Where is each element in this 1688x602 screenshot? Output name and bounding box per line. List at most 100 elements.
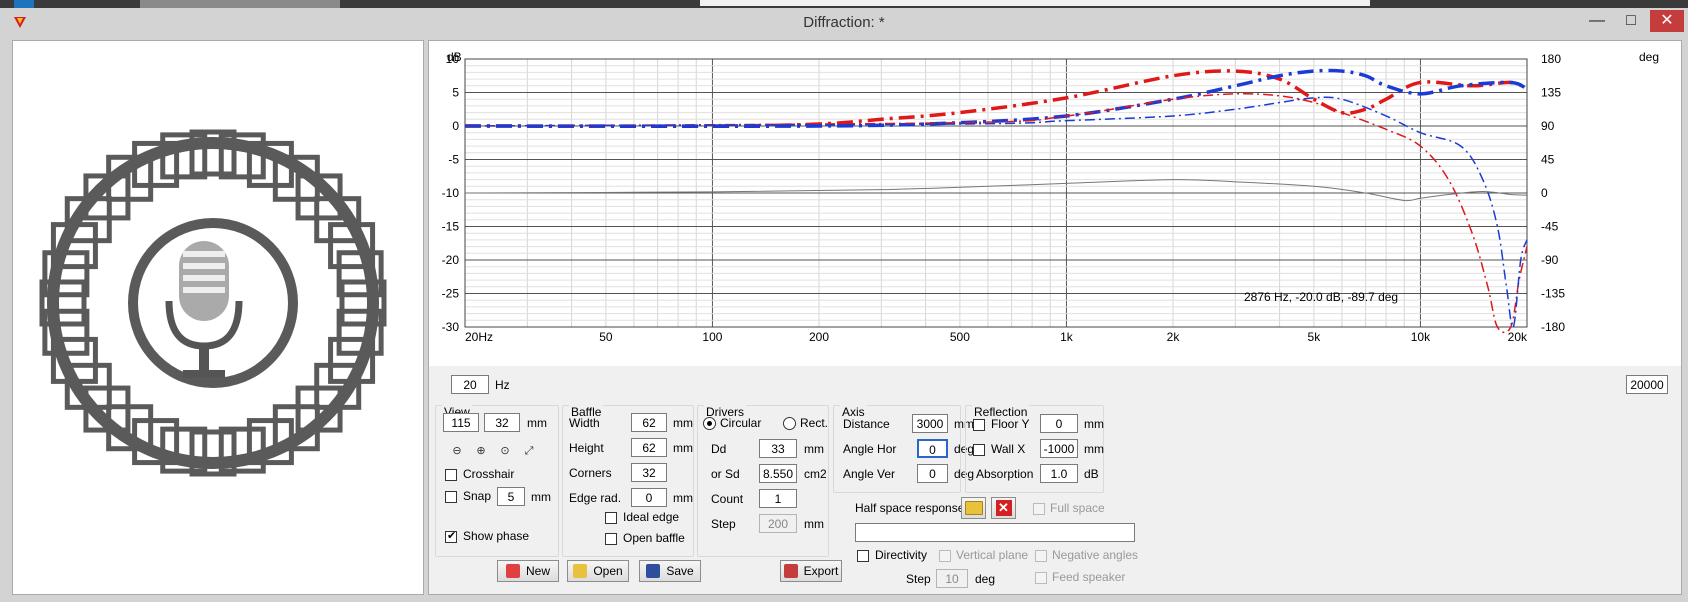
snap-unit: mm xyxy=(531,490,551,504)
y-left-tick-label: 5 xyxy=(452,86,459,100)
zoom-out-icon[interactable]: ⊖ xyxy=(447,441,467,461)
sd-unit: cm2 xyxy=(804,467,827,481)
rect-label: Rect. xyxy=(800,416,829,430)
vertical-plane-checkbox[interactable] xyxy=(939,550,951,562)
view-width-field[interactable]: 115 xyxy=(443,413,479,432)
crosshair-checkbox[interactable] xyxy=(445,469,457,481)
y-right-tick-label: 180 xyxy=(1541,52,1561,66)
open-button-label: Open xyxy=(593,564,623,578)
y-left-unit: dB xyxy=(447,50,462,64)
negative-angles-label: Negative angles xyxy=(1052,548,1139,562)
x-tick-label: 20k xyxy=(1508,330,1528,344)
driver-step-field[interactable]: 200 xyxy=(759,514,797,533)
response-curve-5 xyxy=(464,179,1528,202)
dd-field[interactable]: 33 xyxy=(759,439,797,458)
circular-label: Circular xyxy=(720,416,762,430)
directivity-label: Directivity xyxy=(875,548,928,562)
show-phase-label: Show phase xyxy=(463,529,530,543)
open-baffle-checkbox[interactable] xyxy=(605,533,617,545)
response-panel: 10 5 0 -5 -10 -15 -20 -25 -30 180 135 90 45 0 -45 -90 -1… xyxy=(428,40,1682,595)
corners-field[interactable]: 32 xyxy=(631,463,667,482)
corners-label: Corners xyxy=(569,466,612,480)
angle-ver-field[interactable]: 0 xyxy=(917,464,948,483)
count-field[interactable]: 1 xyxy=(759,489,797,508)
snap-value-field[interactable]: 5 xyxy=(497,487,525,506)
y-left-tick-label: -5 xyxy=(448,153,459,167)
negative-angles-checkbox[interactable] xyxy=(1035,550,1047,562)
wall-unit: mm xyxy=(1084,442,1104,456)
min-frequency-field[interactable]: 20 xyxy=(451,375,489,394)
absorption-label: Absorption xyxy=(976,467,1034,481)
view-height-field[interactable]: 32 xyxy=(484,413,520,432)
desktop-strip xyxy=(0,0,1688,8)
y-right-unit: deg xyxy=(1639,50,1659,64)
width-unit: mm xyxy=(673,416,693,430)
clear-button[interactable]: ✕ xyxy=(991,497,1016,519)
baffle-height-field[interactable]: 62 xyxy=(631,438,667,457)
baffle-preview[interactable] xyxy=(12,40,424,595)
directivity-step-field[interactable]: 10 xyxy=(936,569,968,588)
half-space-path-field[interactable] xyxy=(855,523,1135,542)
zoom-in-icon[interactable]: ⊕ xyxy=(471,441,491,461)
floor-y-field[interactable]: 0 xyxy=(1040,414,1078,433)
angle-hor-label: Angle Hor xyxy=(843,442,897,456)
wall-x-field[interactable]: -1000 xyxy=(1040,439,1078,458)
y-left-tick-label: -25 xyxy=(442,287,460,301)
view-unit: mm xyxy=(527,416,547,430)
feed-speaker-checkbox[interactable] xyxy=(1035,572,1047,584)
floor-unit: mm xyxy=(1084,417,1104,431)
min-frequency-unit: Hz xyxy=(495,378,510,392)
distance-field[interactable]: 3000 xyxy=(912,414,948,433)
save-button[interactable]: Save xyxy=(639,560,701,582)
floor-checkbox[interactable] xyxy=(973,419,985,431)
open-folder-button[interactable] xyxy=(961,497,986,519)
export-button[interactable]: Export xyxy=(780,560,842,582)
ideal-edge-checkbox[interactable] xyxy=(605,512,617,524)
title-bar[interactable]: Diffraction: * — □ ✕ xyxy=(0,8,1688,36)
close-button[interactable]: ✕ xyxy=(1650,10,1684,32)
width-label: Width xyxy=(569,416,600,430)
snap-label: Snap xyxy=(463,489,492,503)
ideal-edge-label: Ideal edge xyxy=(623,510,680,524)
x-tick-label: 100 xyxy=(702,330,722,344)
y-right-tick-label: -135 xyxy=(1541,287,1565,301)
angle-hor-field[interactable]: 0 xyxy=(917,439,948,458)
delete-icon: ✕ xyxy=(995,500,1012,516)
wall-checkbox[interactable] xyxy=(973,444,985,456)
x-tick-label: 50 xyxy=(599,330,613,344)
sd-field[interactable]: 8.550 xyxy=(759,464,797,483)
snap-checkbox[interactable] xyxy=(445,491,457,503)
full-space-checkbox[interactable] xyxy=(1033,503,1045,515)
absorption-field[interactable]: 1.0 xyxy=(1040,464,1078,483)
edge-radius-label: Edge rad. xyxy=(569,491,622,505)
circular-radio[interactable] xyxy=(703,417,716,430)
y-left-tick-label: -20 xyxy=(442,253,460,267)
max-frequency-field[interactable]: 20000 xyxy=(1626,375,1668,394)
x-tick-label: 500 xyxy=(950,330,970,344)
zoom-fit-icon[interactable]: ⊙ xyxy=(495,441,515,461)
rect-radio[interactable] xyxy=(783,417,796,430)
y-right-tick-label: 135 xyxy=(1541,86,1561,100)
dd-label: Dd xyxy=(711,442,727,456)
directivity-step-unit: deg xyxy=(975,572,996,586)
directivity-checkbox[interactable] xyxy=(857,550,869,562)
crosshair-label: Crosshair xyxy=(463,467,515,481)
full-space-label: Full space xyxy=(1050,501,1105,515)
maximize-button[interactable]: □ xyxy=(1616,10,1646,32)
edge-radius-field[interactable]: 0 xyxy=(631,488,667,507)
frequency-response-plot[interactable]: 10 5 0 -5 -10 -15 -20 -25 -30 180 135 90 45 0 -45 -90 -1… xyxy=(429,41,1681,366)
x-tick-label: 20Hz xyxy=(465,330,493,344)
minimize-button[interactable]: — xyxy=(1582,10,1612,32)
plot-svg: 1050-5-10-15-20-25-3018013590450-45-90-1… xyxy=(442,50,1659,344)
folder-icon xyxy=(964,501,983,515)
half-space-label: Half space response xyxy=(855,501,965,515)
open-button[interactable]: Open xyxy=(567,560,629,582)
y-right-tick-label: 45 xyxy=(1541,153,1555,167)
new-button[interactable]: New xyxy=(497,560,559,582)
expand-icon[interactable]: ⤢ xyxy=(519,441,539,461)
background-window xyxy=(140,0,340,8)
height-unit: mm xyxy=(673,441,693,455)
feed-speaker-label: Feed speaker xyxy=(1052,570,1126,584)
show-phase-checkbox[interactable] xyxy=(445,529,457,543)
baffle-width-field[interactable]: 62 xyxy=(631,413,667,432)
